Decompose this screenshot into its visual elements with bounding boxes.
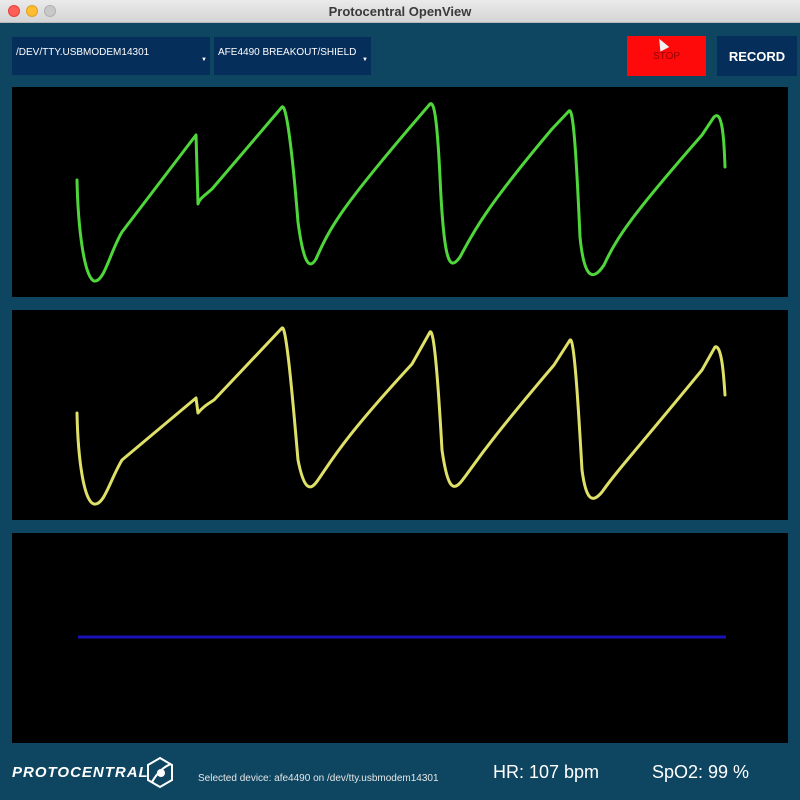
board-select[interactable]: AFE4490 BREAKOUT/SHIELD ▼ <box>214 37 371 75</box>
window-titlebar: Protocentral OpenView <box>0 0 800 23</box>
selected-device-text: Selected device: afe4490 on /dev/tty.usb… <box>198 773 439 784</box>
ppg-ir-plot <box>12 87 788 297</box>
protocentral-logo-text: PROTOCENTRAL <box>12 764 149 781</box>
spo2-readout: SpO2: 99 % <box>652 762 750 782</box>
third-plot-canvas <box>78 635 726 639</box>
ppg-ir-plot-canvas <box>75 102 727 283</box>
third-plot <box>12 533 788 743</box>
status-bar: PROTOCENTRAL Selected device: afe4490 on… <box>0 748 800 800</box>
protocentral-logo-icon <box>147 756 173 789</box>
ppg-red-plot-canvas <box>75 326 727 506</box>
port-select[interactable]: /DEV/TTY.USBMODEM14301 ▼ <box>12 37 210 75</box>
toolbar: /DEV/TTY.USBMODEM14301 ▼ AFE4490 BREAKOU… <box>0 23 800 83</box>
port-select-value: /DEV/TTY.USBMODEM14301 <box>16 47 150 58</box>
window-title: Protocentral OpenView <box>328 4 472 19</box>
ppg-red-waveform <box>75 326 727 506</box>
board-select-value: AFE4490 BREAKOUT/SHIELD <box>218 47 357 58</box>
record-button[interactable]: RECORD <box>717 36 797 76</box>
chevron-down-icon: ▼ <box>201 57 207 63</box>
chevron-down-icon: ▼ <box>362 57 368 63</box>
ppg-red-plot <box>12 310 788 520</box>
ppg-ir-waveform <box>75 102 727 283</box>
heart-rate-readout: HR: 107 bpm <box>493 762 600 782</box>
